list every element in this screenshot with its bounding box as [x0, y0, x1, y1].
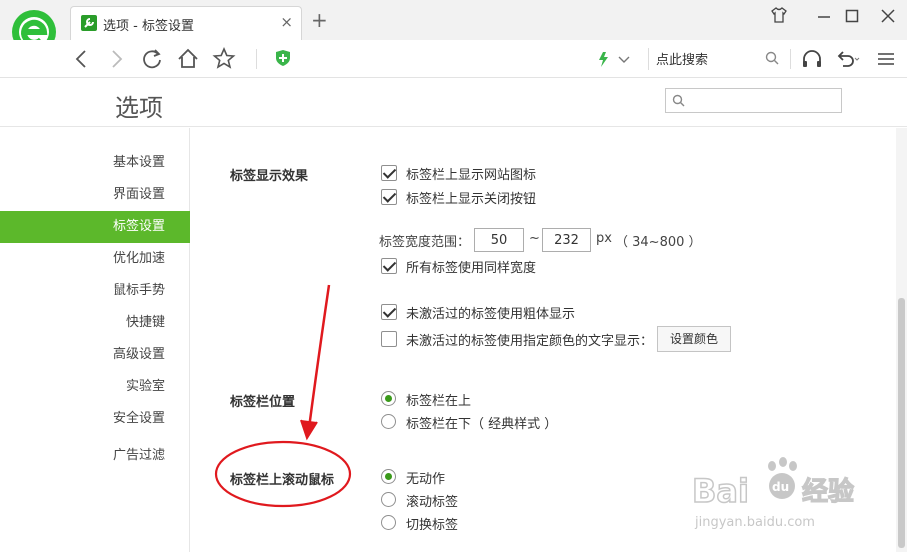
- sidebar-item-lab[interactable]: 实验室: [0, 371, 190, 403]
- undo-icon[interactable]: [832, 45, 860, 73]
- address-search-box[interactable]: 点此搜索: [648, 48, 783, 70]
- skin-shirt-icon[interactable]: [767, 6, 791, 30]
- range-tilde: ~: [529, 231, 540, 246]
- switch-tabs-radio[interactable]: [381, 515, 396, 530]
- range-hint: （ 34~800 ）: [615, 235, 702, 250]
- tab-close-icon[interactable]: ×: [280, 14, 293, 30]
- scrollbar-thumb[interactable]: [898, 298, 905, 548]
- section-label-tab-scroll: 标签栏上滚动鼠标: [230, 473, 335, 488]
- sidebar-item-basic[interactable]: 基本设置: [0, 147, 190, 179]
- tab-title: 选项 - 标签设置: [103, 19, 194, 34]
- menu-icon[interactable]: [872, 45, 900, 73]
- option-show-site-icon[interactable]: 标签栏上显示网站图标: [381, 163, 681, 183]
- chevron-down-icon[interactable]: [610, 45, 638, 73]
- search-icon[interactable]: [765, 51, 779, 65]
- tab-width-min-input[interactable]: [474, 228, 524, 252]
- sidebar-item-security[interactable]: 安全设置: [0, 403, 190, 435]
- option-bold-inactive[interactable]: 未激活过的标签使用粗体显示: [381, 302, 681, 322]
- options-search-box[interactable]: [665, 88, 842, 113]
- wrench-icon: [81, 15, 97, 31]
- favorite-star-icon[interactable]: [210, 45, 238, 73]
- tab-width-max-input[interactable]: [542, 228, 591, 252]
- option-same-width[interactable]: 所有标签使用同样宽度: [381, 256, 681, 276]
- content-scrollbar[interactable]: [896, 128, 907, 552]
- scroll-tabs-radio[interactable]: [381, 492, 396, 507]
- section-label-tab-position: 标签栏位置: [230, 395, 296, 410]
- watermark-url: jingyan.baidu.com: [694, 515, 815, 530]
- show-site-icon-checkbox[interactable]: [381, 165, 397, 181]
- watermark-paw-text: du: [772, 480, 789, 494]
- sidebar-item-interface[interactable]: 界面设置: [0, 179, 190, 211]
- unit-label: px: [596, 231, 612, 246]
- toolbar-separator: [790, 49, 791, 69]
- watermark-brand: Bai: [692, 472, 749, 510]
- show-close-button-checkbox[interactable]: [381, 189, 397, 205]
- options-search-input[interactable]: [690, 91, 838, 110]
- watermark-cn: 经验: [802, 476, 854, 507]
- same-width-checkbox[interactable]: [381, 258, 397, 274]
- new-tab-button[interactable]: +: [311, 10, 328, 30]
- sidebar-item-shortcuts[interactable]: 快捷键: [0, 307, 190, 339]
- nav-toolbar: 点此搜索: [0, 40, 907, 78]
- tabbar-bottom-radio[interactable]: [381, 414, 396, 429]
- back-icon[interactable]: [68, 45, 96, 73]
- set-color-button[interactable]: 设置颜色: [657, 326, 732, 352]
- close-window-icon[interactable]: [876, 6, 900, 30]
- options-sidebar: 基本设置 界面设置 标签设置 优化加速 鼠标手势 快捷键 高级设置 实验室 安全…: [0, 128, 190, 552]
- option-switch-tabs[interactable]: 切换标签: [381, 513, 681, 533]
- options-header: 选项: [0, 78, 907, 127]
- tab-width-label: 标签宽度范围：: [379, 235, 471, 250]
- forward-icon[interactable]: [102, 45, 130, 73]
- search-icon: [672, 94, 685, 107]
- option-show-close-button[interactable]: 标签栏上显示关闭按钮: [381, 187, 681, 207]
- scroll-none-radio[interactable]: [381, 469, 396, 484]
- option-tabbar-bottom[interactable]: 标签栏在下（ 经典样式 ）: [381, 412, 681, 432]
- shield-plus-icon[interactable]: [275, 49, 291, 67]
- toolbar-separator: [256, 49, 257, 69]
- search-hint: 点此搜索: [656, 53, 709, 68]
- sidebar-item-adblock[interactable]: 广告过滤: [0, 440, 190, 472]
- option-scroll-tabs[interactable]: 滚动标签: [381, 490, 681, 510]
- tab-options[interactable]: 选项 - 标签设置 ×: [70, 6, 302, 40]
- home-icon[interactable]: [174, 45, 202, 73]
- minimize-icon[interactable]: [812, 6, 836, 30]
- sidebar-item-gestures[interactable]: 鼠标手势: [0, 275, 190, 307]
- sidebar-item-optimize[interactable]: 优化加速: [0, 243, 190, 275]
- baidu-jingyan-watermark: Bai du 经验 jingyan.baidu.com: [690, 452, 870, 542]
- sidebar-item-tabs[interactable]: 标签设置: [0, 211, 190, 243]
- headphones-icon[interactable]: [798, 45, 826, 73]
- refresh-icon[interactable]: [138, 45, 166, 73]
- sidebar-item-advanced[interactable]: 高级设置: [0, 339, 190, 371]
- section-label-tab-display: 标签显示效果: [230, 169, 309, 184]
- bold-inactive-checkbox[interactable]: [381, 304, 397, 320]
- title-bar: 选项 - 标签设置 × +: [0, 0, 907, 62]
- option-tabbar-top[interactable]: 标签栏在上: [381, 389, 681, 409]
- option-scroll-none[interactable]: 无动作: [381, 467, 681, 487]
- page-title: 选项: [115, 94, 163, 122]
- maximize-icon[interactable]: [840, 6, 864, 30]
- color-inactive-checkbox[interactable]: [381, 331, 397, 347]
- tabbar-top-radio[interactable]: [381, 391, 396, 406]
